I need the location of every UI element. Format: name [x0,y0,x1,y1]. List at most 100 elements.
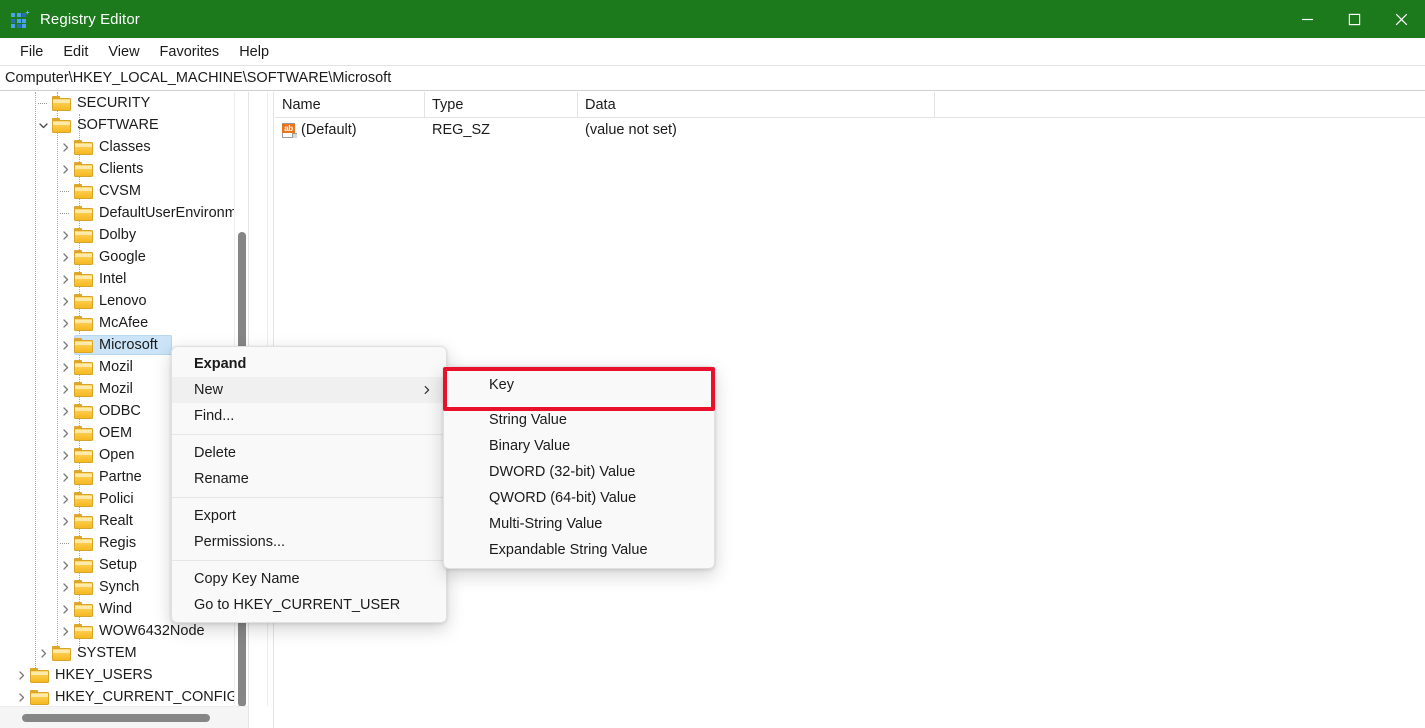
menu-view[interactable]: View [98,41,149,63]
submenu-item-string-value[interactable]: String Value [444,407,714,433]
column-header-name[interactable]: Name [275,92,425,117]
chevron-right-icon[interactable] [56,158,74,180]
menu-help[interactable]: Help [229,41,279,63]
context-menu-item-permissions[interactable]: Permissions... [172,529,446,555]
tree-item-label: Mozil [99,359,133,375]
chevron-right-icon[interactable] [56,554,74,576]
chevron-right-icon[interactable] [56,510,74,532]
tree-item-classes[interactable]: Classes [0,136,248,158]
tree-item-label: Clients [99,161,144,177]
chevron-right-icon[interactable] [56,400,74,422]
tree-item-lenovo[interactable]: Lenovo [0,290,248,312]
context-menu-item-export[interactable]: Export [172,503,446,529]
chevron-right-icon[interactable] [56,422,74,444]
tree-leaf-marker [56,532,74,554]
tree-item-hkey-current-config[interactable]: HKEY_CURRENT_CONFIG [0,686,248,706]
chevron-right-icon[interactable] [34,642,52,664]
context-menu-item-rename[interactable]: Rename [172,466,446,492]
tree-item-label: SYSTEM [77,645,137,661]
chevron-right-icon[interactable] [56,598,74,620]
submenu-item-label: QWORD (64-bit) Value [489,490,637,506]
chevron-right-icon[interactable] [56,136,74,158]
context-menu-item-expand[interactable]: Expand [172,351,446,377]
menu-favorites[interactable]: Favorites [150,41,230,63]
tree-item-cvsm[interactable]: CVSM [0,180,248,202]
menu-separator [172,434,446,435]
tree-item-hkey-users[interactable]: HKEY_USERS [0,664,248,686]
submenu-item-binary-value[interactable]: Binary Value [444,433,714,459]
tree-item-mcafee[interactable]: McAfee [0,312,248,334]
submenu-item-key[interactable]: Key [444,372,714,398]
chevron-right-icon[interactable] [56,290,74,312]
tree-item-security[interactable]: SECURITY [0,92,248,114]
folder-icon [74,381,93,397]
chevron-right-icon[interactable] [56,334,74,356]
submenu-item-qword-64-bit-value[interactable]: QWORD (64-bit) Value [444,485,714,511]
tree-item-label: Partne [99,469,142,485]
chevron-right-icon[interactable] [56,312,74,334]
column-header-label: Name [282,96,321,113]
chevron-right-icon[interactable] [56,488,74,510]
new-submenu: Key String Value Binary Value DWORD (32-bit… [443,366,715,569]
close-icon [1395,13,1408,25]
address-path: Computer\HKEY_LOCAL_MACHINE\SOFTWARE\Mic… [5,70,392,86]
context-menu-item-copy-key-name[interactable]: Copy Key Name [172,566,446,592]
tree-item-dolby[interactable]: Dolby [0,224,248,246]
chevron-right-icon[interactable] [56,246,74,268]
column-header-type[interactable]: Type [425,92,578,117]
folder-icon [74,623,93,639]
tree-item-wow6432node[interactable]: WOW6432Node [0,620,248,642]
context-menu-item-delete[interactable]: Delete [172,440,446,466]
menu-edit[interactable]: Edit [53,41,98,63]
chevron-right-icon[interactable] [56,444,74,466]
submenu-item-expandable-string-value[interactable]: Expandable String Value [444,537,714,563]
chevron-right-icon[interactable] [56,268,74,290]
chevron-right-icon[interactable] [12,664,30,686]
submenu-item-dword-32-bit-value[interactable]: DWORD (32-bit) Value [444,459,714,485]
string-value-icon: ab [282,122,297,138]
tree-item-label: Wind [99,601,133,617]
column-header-data[interactable]: Data [578,92,935,117]
tree-item-clients[interactable]: Clients [0,158,248,180]
close-button[interactable] [1378,0,1425,38]
chevron-right-icon[interactable] [56,620,74,642]
tree-item-label: Microsoft [99,337,158,353]
chevron-right-icon[interactable] [12,686,30,706]
minimize-button[interactable] [1284,0,1331,38]
value-name-cell: ab (Default) [275,118,425,142]
folder-icon [74,161,93,177]
folder-icon [30,689,49,705]
tree-item-defaultuserenvironm[interactable]: DefaultUserEnvironm [0,202,248,224]
context-menu-item-new[interactable]: New [172,377,446,403]
chevron-right-icon[interactable] [56,576,74,598]
tree-item-google[interactable]: Google [0,246,248,268]
tree-item-system[interactable]: SYSTEM [0,642,248,664]
maximize-button[interactable] [1331,0,1378,38]
tree-item-software[interactable]: SOFTWARE [0,114,248,136]
menu-separator [172,560,446,561]
title-bar: Registry Editor [0,0,1425,38]
value-row[interactable]: ab (Default) REG_SZ (value not set) [275,118,1425,142]
context-menu-item-label: Copy Key Name [194,571,300,587]
folder-icon [74,513,93,529]
tree-horizontal-scrollbar[interactable] [0,706,248,728]
tree-item-label: OEM [99,425,133,441]
context-menu-item-go-to-hkey-current-user[interactable]: Go to HKEY_CURRENT_USER [172,592,446,618]
chevron-down-icon[interactable] [34,114,52,136]
column-header-label: Type [432,96,464,113]
chevron-right-icon[interactable] [56,224,74,246]
chevron-right-icon[interactable] [56,378,74,400]
tree-item-intel[interactable]: Intel [0,268,248,290]
window-controls [1284,0,1425,38]
context-menu-item-find[interactable]: Find... [172,403,446,429]
menu-bar: File Edit View Favorites Help [0,38,1425,65]
submenu-item-multi-string-value[interactable]: Multi-String Value [444,511,714,537]
tree-leaf-marker [34,92,52,114]
tree-item-label: HKEY_CURRENT_CONFIG [55,689,238,705]
menu-file[interactable]: File [10,41,53,63]
tree-horizontal-scroll-thumb[interactable] [22,714,210,722]
context-menu-item-label: Rename [194,471,249,487]
address-bar[interactable]: Computer\HKEY_LOCAL_MACHINE\SOFTWARE\Mic… [0,65,1425,91]
chevron-right-icon[interactable] [56,356,74,378]
chevron-right-icon[interactable] [56,466,74,488]
